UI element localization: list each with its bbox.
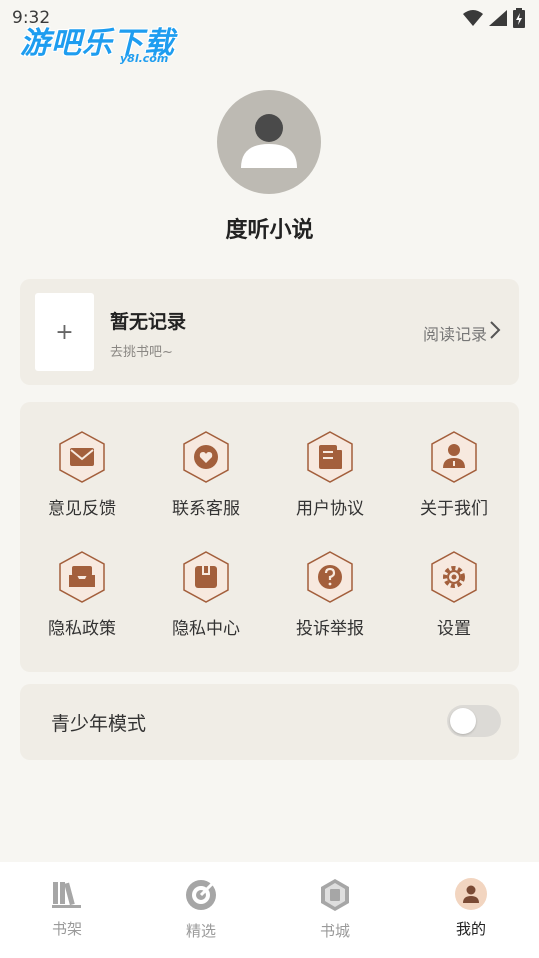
reading-history-link[interactable]: 阅读记录 — [423, 321, 487, 345]
battery-icon — [513, 8, 525, 28]
history-subtitle: 去挑书吧~ — [110, 345, 173, 360]
menu-label: 关于我们 — [420, 499, 488, 519]
default-avatar-icon — [241, 114, 297, 168]
history-title: 暂无记录 — [110, 311, 187, 333]
signal-icon — [489, 10, 507, 26]
profile-name: 度听小说 — [225, 218, 314, 243]
chat-heart-icon — [183, 431, 229, 483]
menu-grid: 意见反馈 联系客服 用户协议 关于我们 隐私政策 隐私中心 投诉举报 设置 — [20, 402, 519, 672]
bookstore-icon — [321, 879, 349, 911]
menu-label: 隐私中心 — [172, 619, 240, 639]
person-icon — [431, 431, 477, 483]
menu-item-complaint[interactable]: 投诉举报 — [268, 550, 392, 650]
menu-label: 用户协议 — [296, 499, 364, 519]
tab-featured[interactable]: 精选 — [134, 862, 268, 958]
bottom-tab-bar: 书架 精选 书城 我的 — [0, 862, 539, 958]
avatar[interactable] — [217, 90, 321, 194]
status-icons — [463, 8, 525, 28]
bookshelf-icon — [52, 882, 81, 908]
menu-item-privacy-center[interactable]: 隐私中心 — [144, 550, 268, 650]
gear-icon — [431, 551, 477, 603]
inbox-icon — [59, 551, 105, 603]
envelope-icon — [59, 431, 105, 483]
menu-label: 隐私政策 — [48, 619, 116, 639]
menu-item-about-us[interactable]: 关于我们 — [392, 430, 516, 530]
tab-label: 书城 — [319, 922, 350, 940]
question-icon — [307, 551, 353, 603]
wifi-icon — [463, 10, 483, 26]
tab-bookstore[interactable]: 书城 — [268, 862, 402, 958]
watermark-domain: y8l.com — [120, 52, 169, 65]
tab-label: 我的 — [455, 920, 486, 938]
menu-item-user-agreement[interactable]: 用户协议 — [268, 430, 392, 530]
document-icon — [307, 431, 353, 483]
teen-mode-row: 青少年模式 — [20, 684, 519, 760]
menu-label: 意见反馈 — [48, 499, 116, 519]
menu-item-settings[interactable]: 设置 — [392, 550, 516, 650]
profile-icon — [455, 878, 487, 910]
add-book-placeholder[interactable]: + — [35, 293, 94, 371]
target-icon — [186, 880, 216, 910]
box-icon — [183, 551, 229, 603]
tab-label: 精选 — [185, 922, 216, 940]
tab-mine[interactable]: 我的 — [404, 862, 538, 958]
toggle-knob — [450, 708, 476, 734]
menu-item-feedback[interactable]: 意见反馈 — [20, 430, 144, 530]
menu-item-customer-service[interactable]: 联系客服 — [144, 430, 268, 530]
menu-label: 联系客服 — [172, 499, 240, 519]
menu-label: 设置 — [437, 619, 471, 639]
chevron-right-icon[interactable] — [489, 319, 501, 341]
menu-label: 投诉举报 — [296, 619, 364, 639]
watermark-logo: 游吧乐下载 y8l.com — [20, 18, 175, 65]
tab-label: 书架 — [51, 920, 82, 938]
teen-mode-toggle[interactable] — [447, 705, 501, 737]
teen-mode-label: 青少年模式 — [51, 713, 147, 735]
tab-bookshelf[interactable]: 书架 — [0, 862, 134, 958]
reading-history-card[interactable]: + 暂无记录 去挑书吧~ 阅读记录 — [20, 279, 519, 385]
menu-item-privacy-policy[interactable]: 隐私政策 — [20, 550, 144, 650]
